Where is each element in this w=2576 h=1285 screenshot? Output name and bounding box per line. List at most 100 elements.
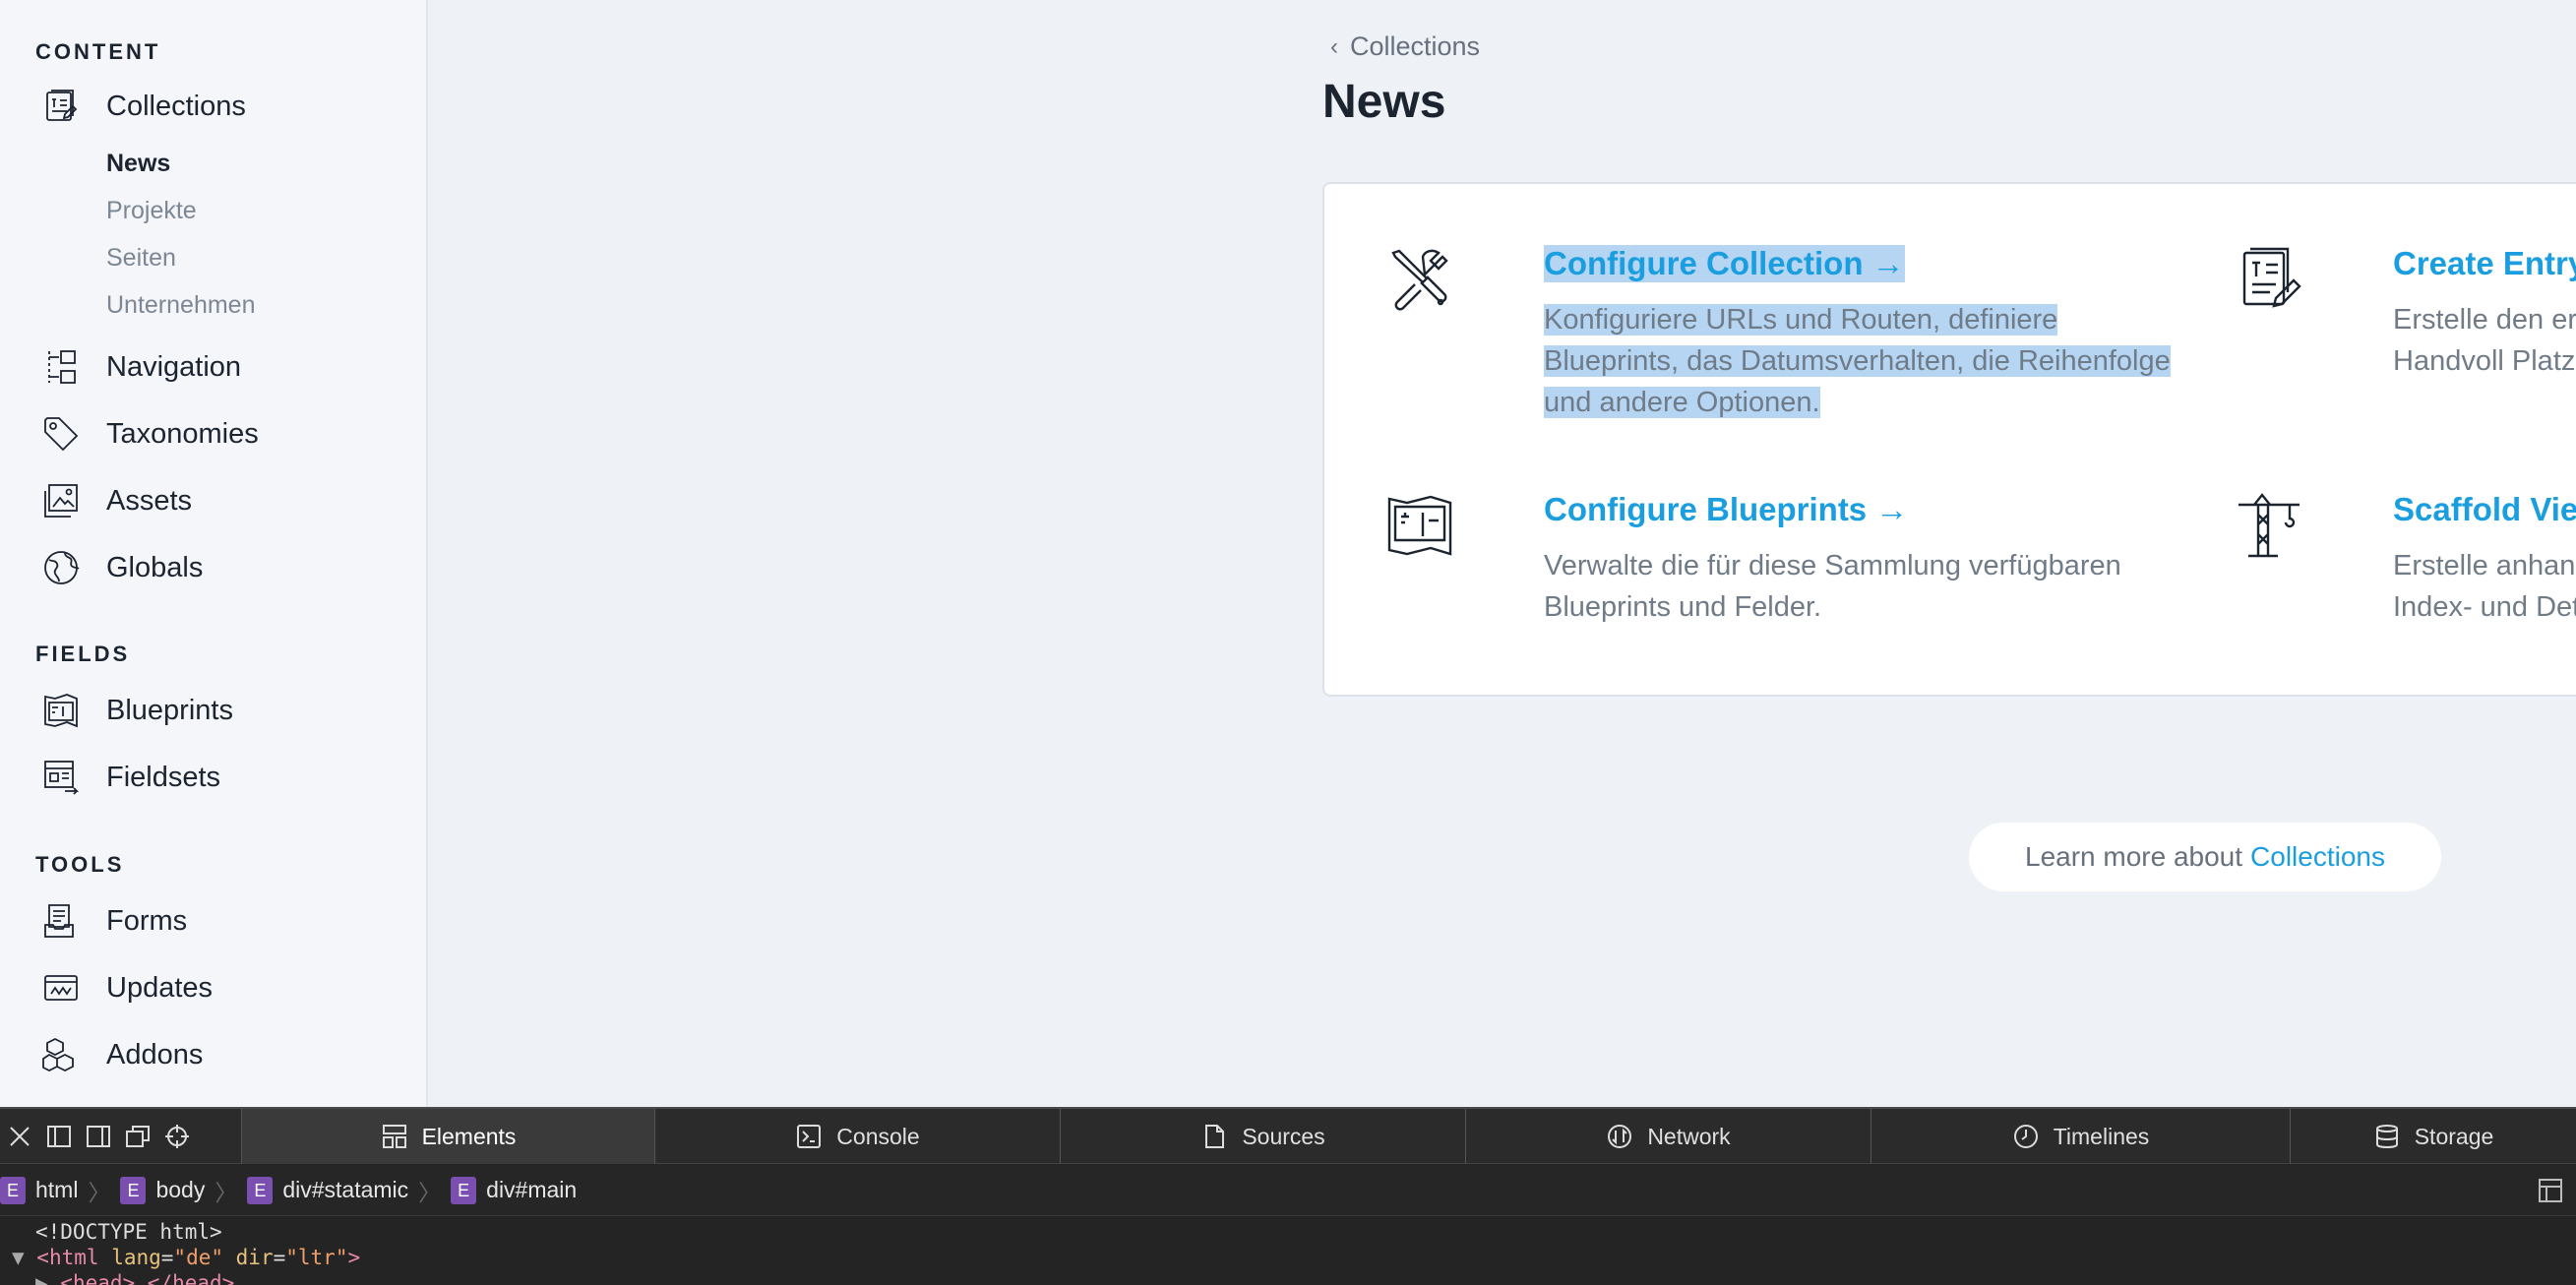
close-icon[interactable] xyxy=(0,1109,39,1164)
tab-storage[interactable]: Storage xyxy=(2291,1109,2576,1164)
dom-tree: <!DOCTYPE html> ▼ <html lang="de" dir="l… xyxy=(0,1219,2576,1285)
create-entry-desc: Erstelle den ersten Handvoll Platzhalte xyxy=(2393,304,2576,377)
crumb-label: body xyxy=(155,1177,206,1202)
sidebar-item-globals[interactable]: Globals xyxy=(39,540,203,595)
sidebar-item-label: Navigation xyxy=(106,350,242,383)
dom-crumb-statamic[interactable]: Ediv#statamic 〉 xyxy=(247,1174,441,1207)
dock-right-icon[interactable] xyxy=(79,1109,118,1164)
cubes-icon xyxy=(39,1033,83,1076)
dom-doctype[interactable]: <!DOCTYPE html> xyxy=(35,1219,2576,1245)
tab-label: Sources xyxy=(1242,1123,1325,1149)
sidebar-item-label: Blueprints xyxy=(106,694,233,726)
scaffold-views-link[interactable]: Scaffold Views → xyxy=(2393,491,2576,528)
elements-icon xyxy=(382,1125,406,1148)
console-icon xyxy=(797,1125,822,1148)
learn-more-collections-link[interactable]: Collections xyxy=(2250,841,2385,873)
element-badge-icon: E xyxy=(247,1176,274,1204)
sidebar-item-label: Globals xyxy=(106,551,204,583)
sidebar-item-taxonomies[interactable]: Taxonomies xyxy=(39,406,259,461)
page-title: News xyxy=(1322,76,1446,128)
globe-icon xyxy=(39,546,83,589)
sidebar-item-label: Addons xyxy=(106,1038,204,1071)
sidebar-subitem-seiten[interactable]: Seiten xyxy=(106,244,176,273)
tab-timelines[interactable]: Timelines xyxy=(1871,1109,2291,1164)
sidebar-subitem-unternehmen[interactable]: Unternehmen xyxy=(106,291,255,320)
configure-collection-link[interactable]: Configure Collection → xyxy=(1544,245,1905,282)
sidebar-item-blueprints[interactable]: Blueprints xyxy=(39,683,233,738)
configure-collection-desc: Konfiguriere URLs und Routen, definiere … xyxy=(1544,299,2193,423)
element-badge-icon: E xyxy=(451,1176,477,1204)
dock-left-icon[interactable] xyxy=(39,1109,79,1164)
form-icon xyxy=(39,899,83,943)
tab-label: Console xyxy=(836,1123,920,1149)
tab-label: Storage xyxy=(2414,1123,2494,1149)
tab-label: Network xyxy=(1647,1123,1731,1149)
clock-icon xyxy=(2013,1125,2038,1148)
document-edit-icon xyxy=(2235,245,2303,314)
tab-console[interactable]: Console xyxy=(655,1109,1061,1164)
tab-elements[interactable]: Elements xyxy=(242,1109,655,1164)
sidebar-item-label: Collections xyxy=(106,90,246,122)
devtools-tabbar: Elements Console Sources Network Timelin… xyxy=(0,1109,2576,1164)
sidebar: CONTENT Collections News Projekte Seiten… xyxy=(0,0,428,1107)
network-icon xyxy=(1608,1125,1632,1148)
dom-head-node[interactable]: ▶ <head>…</head> xyxy=(35,1270,2576,1285)
sidebar-item-label: Assets xyxy=(106,484,193,517)
element-badge-icon: E xyxy=(0,1176,26,1204)
devtools-panel: Elements Console Sources Network Timelin… xyxy=(0,1107,2576,1285)
database-icon xyxy=(2375,1125,2398,1149)
tab-network[interactable]: Network xyxy=(1466,1109,1871,1164)
breadcrumb[interactable]: ‹ Collections xyxy=(1330,31,1480,62)
tools-heading: TOOLS xyxy=(35,852,125,877)
layout-toggle-icon[interactable] xyxy=(2537,1177,2564,1210)
blueprint-icon xyxy=(39,689,83,732)
crumb-label: html xyxy=(35,1177,79,1202)
sidebar-item-label: Fieldsets xyxy=(106,761,221,793)
scaffold-views-desc: Erstelle anhand des Index- und Detailan xyxy=(2393,550,2576,623)
content-heading: CONTENT xyxy=(35,39,161,64)
learn-more-pill: Learn more about Collections xyxy=(1969,823,2441,891)
breadcrumb-label: Collections xyxy=(1350,31,1481,61)
image-icon xyxy=(39,479,83,522)
configure-blueprints-link[interactable]: Configure Blueprints → xyxy=(1544,491,1908,528)
undock-icon[interactable] xyxy=(118,1109,157,1164)
sidebar-item-fieldsets[interactable]: Fieldsets xyxy=(39,750,220,805)
dom-breadcrumb: Ehtml 〉 Ebody 〉 Ediv#statamic 〉 Ediv#main xyxy=(0,1165,2576,1216)
dom-html-node[interactable]: ▼ <html lang="de" dir="ltr"> xyxy=(12,1245,2576,1270)
sidebar-item-assets[interactable]: Assets xyxy=(39,473,192,528)
inspect-crosshair-icon[interactable] xyxy=(157,1109,197,1164)
sidebar-item-label: Taxonomies xyxy=(106,417,259,450)
crumb-label: div#main xyxy=(486,1177,578,1202)
dom-crumb-html[interactable]: Ehtml 〉 xyxy=(0,1174,110,1207)
configure-blueprints-desc: Verwalte die für diese Sammlung verfügba… xyxy=(1544,550,2121,623)
sidebar-item-forms[interactable]: Forms xyxy=(39,893,187,948)
dom-crumb-body[interactable]: Ebody 〉 xyxy=(120,1174,237,1207)
blueprint-icon xyxy=(1385,491,1454,560)
collections-icon xyxy=(39,85,83,128)
create-entry-link[interactable]: Create Entry → xyxy=(2393,245,2576,282)
element-badge-icon: E xyxy=(120,1176,147,1204)
updates-icon xyxy=(39,966,83,1010)
configure-collection-desc-text: Konfiguriere URLs und Routen, definiere … xyxy=(1544,304,2171,418)
sidebar-item-updates[interactable]: Updates xyxy=(39,960,213,1015)
chevron-left-icon: ‹ xyxy=(1330,32,1338,60)
sidebar-item-addons[interactable]: Addons xyxy=(39,1027,203,1082)
dom-crumb-main[interactable]: Ediv#main xyxy=(451,1176,578,1204)
sidebar-subitem-projekte[interactable]: Projekte xyxy=(106,197,197,225)
sidebar-subitem-news[interactable]: News xyxy=(106,150,170,178)
tools-icon xyxy=(1385,245,1454,314)
learn-more-prefix: Learn more about xyxy=(2025,841,2243,872)
crumb-label: div#statamic xyxy=(282,1177,409,1202)
disclosure-triangle-icon[interactable]: ▼ xyxy=(12,1246,36,1269)
sidebar-item-collections[interactable]: Collections xyxy=(39,79,246,134)
fieldset-icon xyxy=(39,756,83,799)
tab-label: Timelines xyxy=(2053,1123,2150,1149)
file-icon xyxy=(1205,1125,1225,1148)
fields-heading: FIELDS xyxy=(35,642,131,666)
sidebar-item-navigation[interactable]: Navigation xyxy=(39,339,241,395)
devtools-toolbar xyxy=(0,1109,242,1164)
sidebar-item-label: Updates xyxy=(106,971,214,1004)
tag-icon xyxy=(39,412,83,456)
tab-sources[interactable]: Sources xyxy=(1061,1109,1466,1164)
collection-options-card: Configure Collection → Konfiguriere URLs… xyxy=(1322,182,2576,697)
